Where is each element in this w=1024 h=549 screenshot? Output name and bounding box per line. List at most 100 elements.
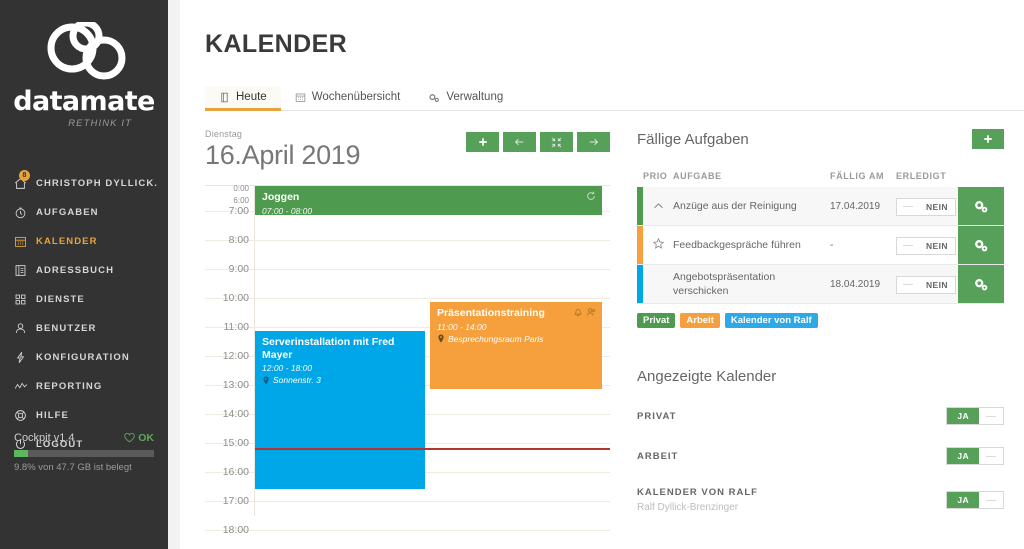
sidebar-nav: 8 CHRISTOPH DYLLICK. AUFGABEN KALENDER A…	[0, 169, 168, 459]
task-due-date: -	[830, 239, 834, 251]
sidebar-item-dienste[interactable]: DIENSTE	[0, 285, 168, 314]
tab-wochenuebersicht[interactable]: Wochenübersicht	[281, 86, 415, 110]
storage-bar-fill	[14, 450, 28, 457]
task-settings-button[interactable]	[958, 265, 1004, 303]
event-title: Präsentationstraining	[437, 307, 545, 319]
event-joggen[interactable]: Joggen 07:00 - 08:00	[255, 186, 602, 215]
toggle-off-dash: —	[979, 408, 1003, 424]
hour-row[interactable]: 18:00	[205, 524, 610, 549]
calendar-date-block: Dienstag 16.April 2019	[205, 129, 361, 171]
shown-calendars-title: Angezeigte Kalender	[637, 368, 777, 385]
fit-view-button[interactable]	[540, 132, 573, 152]
right-panel: Fällige Aufgaben PRIO AUFGABE FÄLLIG AM …	[610, 129, 1024, 516]
sidebar-item-kalender[interactable]: KALENDER	[0, 227, 168, 256]
col-aufgabe: AUFGABE	[673, 171, 722, 181]
cockpit-status-badge: OK	[124, 432, 154, 444]
done-toggle[interactable]: — NEIN	[896, 275, 956, 294]
content-row: Dienstag 16.April 2019 0:00 6:00 7:00 8:…	[180, 111, 1024, 536]
toggle-on-label: JA	[947, 408, 979, 424]
task-actions-cell	[958, 265, 1004, 304]
calendar-grid[interactable]: 0:00 6:00 7:00 8:00 9:00 10:00 11:00 12:…	[205, 184, 610, 536]
event-praesentationstraining[interactable]: Präsentationstraining 11:00 - 14:00 Besp…	[430, 302, 602, 389]
done-toggle[interactable]: — NEIN	[896, 236, 956, 255]
sidebar-item-label: AUFGABEN	[36, 207, 99, 218]
bell-icon	[574, 309, 582, 317]
add-task-button[interactable]	[972, 129, 1004, 149]
calendar-date: 16.April 2019	[205, 140, 361, 170]
toggle-label: NEIN	[926, 201, 948, 212]
visibility-toggle[interactable]: JA —	[946, 447, 1004, 465]
add-event-button[interactable]	[466, 132, 499, 152]
hour-label: 16:00	[222, 466, 249, 478]
table-row[interactable]: Feedbackgespräche führen - — NEIN	[637, 225, 1004, 265]
visibility-toggle[interactable]: JA —	[946, 407, 1004, 425]
visibility-toggle[interactable]: JA —	[946, 491, 1004, 509]
plus-icon	[478, 138, 487, 146]
toggle-off-dash: —	[979, 492, 1003, 508]
col-faellig-am: FÄLLIG AM	[830, 171, 885, 181]
toggle-label: NEIN	[926, 240, 948, 251]
lifebuoy-icon	[14, 409, 32, 422]
tasks-header: Fällige Aufgaben	[637, 129, 1004, 149]
sidebar-item-label: REPORTING	[36, 381, 103, 392]
event-location-text: Besprechungsraum Paris	[448, 333, 544, 344]
task-done-cell: — NEIN	[896, 226, 958, 265]
event-location-text: Sonnenstr. 3	[273, 375, 321, 386]
calendar-header: Dienstag 16.April 2019	[205, 129, 610, 171]
toggle-off-dash: —	[979, 448, 1003, 464]
calendar-toggle-row-privat: PRIVAT JA —	[637, 407, 1004, 425]
event-location: Sonnenstr. 3	[262, 375, 418, 385]
task-settings-button[interactable]	[958, 226, 1004, 264]
event-title: Serverinstallation mit Fred Mayer	[262, 336, 395, 361]
event-location: Besprechungsraum Paris	[437, 334, 595, 344]
col-prio: PRIO	[643, 171, 668, 181]
task-due-date: 17.04.2019	[830, 200, 881, 212]
sidebar-item-aufgaben[interactable]: AUFGABEN	[0, 198, 168, 227]
cockpit-status-text: OK	[138, 432, 154, 444]
done-toggle[interactable]: — NEIN	[896, 197, 956, 216]
sidebar-item-label: BENUTZER	[36, 323, 97, 334]
tasks-table: PRIO AUFGABE FÄLLIG AM ERLEDIGT Anzüge a…	[637, 171, 1004, 304]
recurring-icon	[587, 191, 595, 200]
calendar-legend: Privat Arbeit Kalender von Ralf	[637, 313, 1004, 328]
hour-label: 14:00	[222, 408, 249, 420]
calendar-events: Joggen 07:00 - 08:00 Präsentationstraini…	[255, 186, 610, 516]
toggle-on-label: JA	[947, 492, 979, 508]
sidebar-item-konfiguration[interactable]: KONFIGURATION	[0, 343, 168, 372]
sidebar-item-adressbuch[interactable]: ADRESSBUCH	[0, 256, 168, 285]
sidebar-item-home[interactable]: 8 CHRISTOPH DYLLICK.	[0, 169, 168, 198]
sidebar-item-benutzer[interactable]: BENUTZER	[0, 314, 168, 343]
next-day-button[interactable]	[577, 132, 610, 152]
priority-cell	[643, 226, 673, 265]
prev-day-button[interactable]	[503, 132, 536, 152]
toggle-off-dash: —	[903, 240, 913, 252]
calendar-toggle-row-ralf: KALENDER VON RALF Ralf Dyllick-Brenzinge…	[637, 487, 1004, 513]
hour-label: 15:00	[222, 437, 249, 449]
event-serverinstallation[interactable]: Serverinstallation mit Fred Mayer 12:00 …	[255, 331, 425, 489]
tab-heute[interactable]: Heute	[205, 86, 281, 111]
legend-chip-ralf[interactable]: Kalender von Ralf	[724, 313, 818, 328]
sidebar-divider	[168, 0, 180, 549]
logo-text: datamate	[13, 86, 155, 117]
table-row[interactable]: Angebotspräsentation verschicken 18.04.2…	[637, 264, 1004, 304]
sidebar-item-reporting[interactable]: REPORTING	[0, 372, 168, 401]
table-row[interactable]: Anzüge aus der Reinigung 17.04.2019 — NE…	[637, 187, 1004, 226]
col-erledigt: ERLEDIGT	[896, 171, 947, 181]
sidebar-item-hilfe[interactable]: HILFE	[0, 401, 168, 430]
logo: datamate RETHINK IT	[0, 0, 168, 129]
attendees-icon	[587, 308, 596, 316]
tab-verwaltung[interactable]: Verwaltung	[414, 86, 517, 110]
calendar-grid-wrap: 0:00 6:00 7:00 8:00 9:00 10:00 11:00 12:…	[205, 184, 610, 536]
legend-chip-privat[interactable]: Privat	[637, 313, 676, 328]
legend-chip-arbeit[interactable]: Arbeit	[680, 313, 720, 328]
calendar-controls	[466, 132, 610, 152]
task-due-date: 18.04.2019	[830, 278, 881, 290]
task-name: Feedbackgespräche führen	[673, 238, 801, 251]
task-settings-button[interactable]	[958, 187, 1004, 225]
task-name: Angebotspräsentation verschicken	[673, 270, 776, 297]
sidebar-item-label: DIENSTE	[36, 294, 85, 305]
event-title: Joggen	[262, 191, 300, 203]
star-icon	[652, 237, 664, 249]
grid-icon	[14, 293, 32, 306]
priority-cell	[643, 187, 673, 226]
